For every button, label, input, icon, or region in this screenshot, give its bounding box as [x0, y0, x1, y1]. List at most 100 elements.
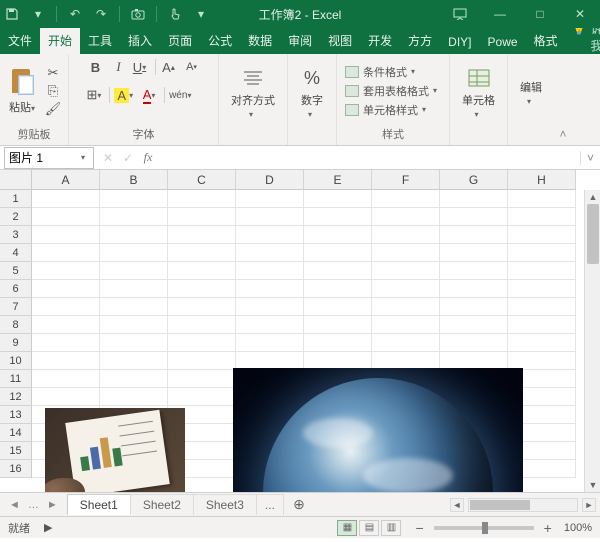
cell[interactable]	[440, 316, 508, 334]
cells-button[interactable]: 单元格 ▾	[456, 64, 501, 121]
scroll-up-icon[interactable]: ▲	[585, 190, 600, 204]
row-header[interactable]: 2	[0, 208, 32, 226]
row-header[interactable]: 15	[0, 442, 32, 460]
cell[interactable]	[304, 190, 372, 208]
cell[interactable]	[100, 262, 168, 280]
row-header[interactable]: 13	[0, 406, 32, 424]
column-header[interactable]: B	[100, 170, 168, 190]
phonetic-button[interactable]: wén▾	[168, 85, 196, 105]
row-header[interactable]: 6	[0, 280, 32, 298]
name-box[interactable]: 图片 1▾	[4, 147, 94, 169]
cell[interactable]	[304, 226, 372, 244]
cell[interactable]	[168, 190, 236, 208]
column-header[interactable]: D	[236, 170, 304, 190]
cell[interactable]	[32, 208, 100, 226]
tab-home[interactable]: 开始	[40, 27, 80, 54]
sheet-tab-1[interactable]: Sheet1	[67, 494, 131, 515]
cell[interactable]	[100, 298, 168, 316]
column-header[interactable]: E	[304, 170, 372, 190]
row-header[interactable]: 16	[0, 460, 32, 478]
cell[interactable]	[32, 388, 100, 406]
cell[interactable]	[508, 244, 576, 262]
touch-mode-icon[interactable]	[167, 6, 183, 22]
view-normal-icon[interactable]: ▦	[337, 520, 357, 536]
cell[interactable]	[304, 280, 372, 298]
zoom-thumb[interactable]	[482, 522, 488, 534]
grow-font-button[interactable]: A▴	[159, 57, 179, 77]
embedded-image-earth[interactable]	[233, 368, 523, 492]
cell[interactable]	[372, 244, 440, 262]
cell[interactable]	[168, 370, 236, 388]
cell[interactable]	[304, 298, 372, 316]
expand-formula-bar-icon[interactable]: ˅	[580, 151, 600, 165]
cell[interactable]	[100, 208, 168, 226]
save-icon[interactable]	[4, 6, 20, 22]
minimize-icon[interactable]: —	[480, 0, 520, 28]
view-pagelayout-icon[interactable]: ▤	[359, 520, 379, 536]
column-header[interactable]: H	[508, 170, 576, 190]
record-macro-icon[interactable]: ▶	[44, 521, 52, 534]
cell[interactable]	[32, 190, 100, 208]
horizontal-scroll-thumb[interactable]	[470, 500, 530, 510]
undo-icon[interactable]: ↶	[67, 6, 83, 22]
cell[interactable]	[508, 334, 576, 352]
cell[interactable]	[304, 316, 372, 334]
cell[interactable]	[32, 316, 100, 334]
cell[interactable]	[236, 190, 304, 208]
tab-tools[interactable]: 工具	[80, 27, 120, 54]
cell[interactable]	[32, 298, 100, 316]
cell[interactable]	[304, 244, 372, 262]
camera-icon[interactable]	[130, 6, 146, 22]
cell[interactable]	[100, 316, 168, 334]
cell[interactable]	[508, 298, 576, 316]
tab-format[interactable]: 格式	[526, 27, 566, 54]
cell[interactable]	[440, 208, 508, 226]
italic-button[interactable]: I	[109, 57, 129, 77]
cell[interactable]	[32, 262, 100, 280]
sheet-tab-more[interactable]: ...	[256, 494, 284, 515]
add-sheet-icon[interactable]: ⊕	[289, 496, 309, 513]
underline-button[interactable]: U▾	[132, 57, 152, 77]
zoom-slider[interactable]	[434, 526, 534, 530]
cell[interactable]	[236, 298, 304, 316]
cell[interactable]	[440, 190, 508, 208]
cell[interactable]	[508, 262, 576, 280]
row-header[interactable]: 1	[0, 190, 32, 208]
close-icon[interactable]: ✕	[560, 0, 600, 28]
row-header[interactable]: 9	[0, 334, 32, 352]
tab-insert[interactable]: 插入	[120, 27, 160, 54]
cell[interactable]	[32, 244, 100, 262]
tab-pagelayout[interactable]: 页面	[160, 27, 200, 54]
border-button[interactable]: ⊞▾	[86, 85, 107, 105]
cell[interactable]	[100, 352, 168, 370]
cell[interactable]	[168, 334, 236, 352]
cell[interactable]	[168, 388, 236, 406]
format-painter-icon[interactable]: 🖌	[44, 101, 62, 117]
zoom-level[interactable]: 100%	[564, 522, 592, 534]
worksheet-grid[interactable]: ABCDEFGH 12345678910111213141516 ▲ ▼	[0, 170, 600, 492]
tab-data[interactable]: 数据	[240, 27, 280, 54]
namebox-dropdown-icon[interactable]: ▾	[81, 153, 89, 162]
row-header[interactable]: 5	[0, 262, 32, 280]
cell[interactable]	[440, 226, 508, 244]
cell[interactable]	[32, 280, 100, 298]
cell[interactable]	[304, 262, 372, 280]
tab-developer[interactable]: 开发	[360, 27, 400, 54]
collapse-ribbon-icon[interactable]: ˄	[554, 54, 572, 145]
row-header[interactable]: 12	[0, 388, 32, 406]
bold-button[interactable]: B	[86, 57, 106, 77]
row-header[interactable]: 7	[0, 298, 32, 316]
cell[interactable]	[236, 208, 304, 226]
cell[interactable]	[168, 244, 236, 262]
row-header[interactable]: 11	[0, 370, 32, 388]
cell[interactable]	[168, 316, 236, 334]
cell[interactable]	[100, 226, 168, 244]
fill-color-button[interactable]: A▾	[113, 85, 138, 105]
fx-button[interactable]: fx	[138, 150, 158, 165]
cell[interactable]	[372, 280, 440, 298]
cell[interactable]	[508, 190, 576, 208]
cell[interactable]	[100, 334, 168, 352]
font-color-button[interactable]: A▾	[141, 85, 161, 105]
tab-power[interactable]: Powe	[480, 30, 526, 54]
cell[interactable]	[372, 226, 440, 244]
